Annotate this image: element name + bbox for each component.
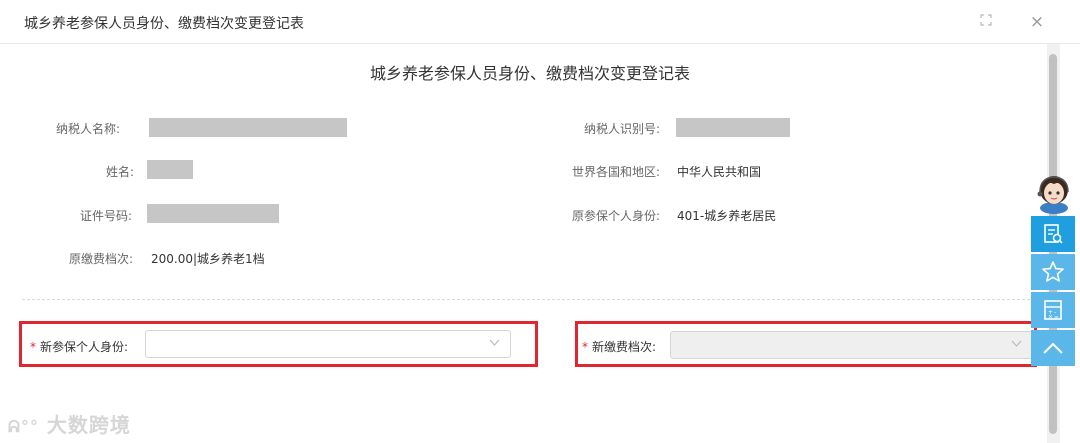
calculator-icon[interactable]: + - × = <box>1031 292 1075 328</box>
name-label: 姓名: <box>105 165 134 179</box>
watermark-text: 大数跨境 <box>46 413 131 437</box>
orig-identity-label: 原参保个人身份: <box>571 209 660 223</box>
new-grade-select[interactable] <box>670 331 1033 359</box>
star-icon[interactable] <box>1031 254 1075 290</box>
svg-text:×: × <box>1048 314 1053 321</box>
country-value: 中华人民共和国 <box>677 165 762 179</box>
watermark-logo-icon: ᕱ°° <box>8 417 39 436</box>
id-number-label: 证件号码: <box>79 209 132 223</box>
id-number-redacted <box>147 204 279 223</box>
country-label: 世界各国和地区: <box>571 165 660 179</box>
taxpayer-name-label: 纳税人名称: <box>55 122 120 136</box>
watermark: ᕱ°° 大数跨境 <box>8 409 131 438</box>
side-tool-panel: + - × = <box>1031 216 1075 366</box>
dialog-title: 城乡养老参保人员身份、缴费档次变更登记表 <box>24 16 304 32</box>
orig-identity-value: 401-城乡养老居民 <box>677 209 777 223</box>
dialog-titlebar: 城乡养老参保人员身份、缴费档次变更登记表 × <box>0 0 1080 44</box>
section-divider <box>22 299 1040 300</box>
new-identity-select[interactable] <box>145 330 511 358</box>
expand-icon[interactable] <box>976 12 996 32</box>
name-redacted <box>147 160 193 179</box>
orig-grade-value: 200.00|城乡养老1档 <box>151 252 265 266</box>
new-identity-label: * 新参保个人身份: <box>30 338 128 355</box>
svg-text:=: = <box>1054 314 1059 321</box>
taxpayer-name-redacted <box>149 118 347 137</box>
chevron-up-icon[interactable] <box>1031 330 1075 366</box>
taxpayer-id-redacted <box>676 118 790 137</box>
required-mark: * <box>582 340 588 354</box>
taxpayer-id-label: 纳税人识别号: <box>583 122 660 136</box>
dialog: 城乡养老参保人员身份、缴费档次变更登记表 × 城乡养老参保人员身份、缴费档次变更… <box>0 0 1080 443</box>
new-grade-label: * 新缴费档次: <box>582 338 656 355</box>
chevron-down-icon <box>489 337 500 351</box>
close-icon[interactable]: × <box>1027 12 1047 32</box>
expand-icon-glyph <box>980 14 992 26</box>
new-identity-label-text: 新参保个人身份: <box>40 340 129 354</box>
orig-grade-label: 原缴费档次: <box>68 252 133 266</box>
chevron-down-icon <box>1011 338 1022 352</box>
required-mark: * <box>30 340 36 354</box>
customer-service-avatar[interactable] <box>1034 168 1074 214</box>
form-title: 城乡养老参保人员身份、缴费档次变更登记表 <box>369 64 690 83</box>
new-grade-label-text: 新缴费档次: <box>592 340 657 354</box>
view-icon[interactable] <box>1031 216 1075 252</box>
